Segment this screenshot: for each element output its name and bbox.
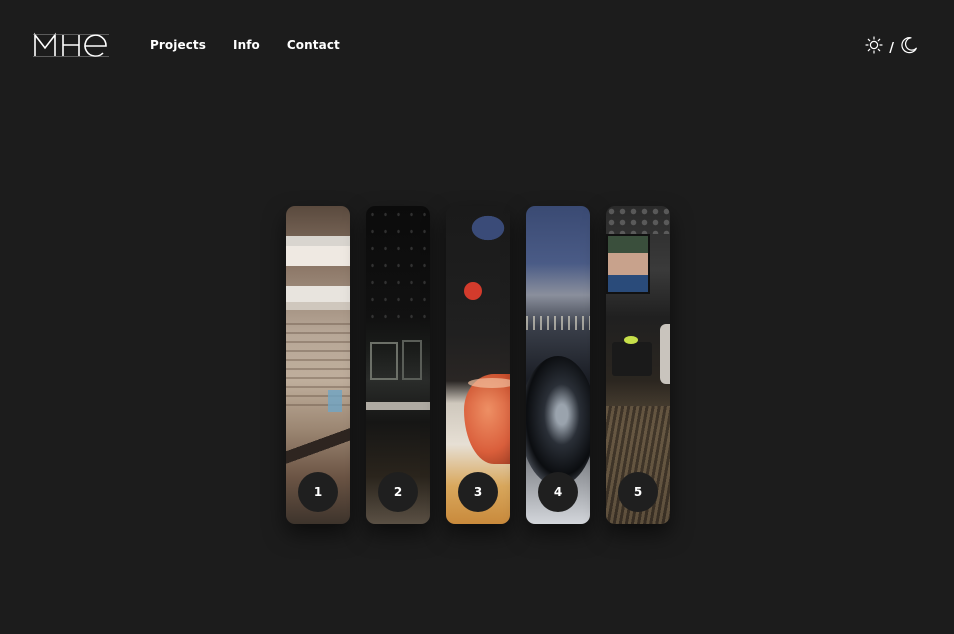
theme-separator: / xyxy=(889,40,894,56)
gallery-strip-1[interactable]: 1 xyxy=(286,206,350,524)
mhe-logo[interactable] xyxy=(33,32,109,58)
strip-number-badge[interactable]: 5 xyxy=(618,472,658,512)
nav-info[interactable]: Info xyxy=(233,38,260,52)
gallery-strip-4[interactable]: 4 xyxy=(526,206,590,524)
nav-projects[interactable]: Projects xyxy=(150,38,206,52)
main-nav: Projects Info Contact xyxy=(150,38,340,52)
strip-number-badge[interactable]: 1 xyxy=(298,472,338,512)
sun-icon[interactable] xyxy=(865,36,883,54)
gallery-strip-2[interactable]: 2 xyxy=(366,206,430,524)
theme-toggle: / xyxy=(865,36,918,56)
gallery-strips: 1 2 3 4 5 xyxy=(286,206,670,524)
gallery-strip-3[interactable]: 3 xyxy=(446,206,510,524)
site-header: Projects Info Contact / xyxy=(0,0,954,92)
nav-contact[interactable]: Contact xyxy=(287,38,340,52)
gallery-strip-5[interactable]: 5 xyxy=(606,206,670,524)
strip-number-badge[interactable]: 2 xyxy=(378,472,418,512)
strip-number-badge[interactable]: 4 xyxy=(538,472,578,512)
strip-number-badge[interactable]: 3 xyxy=(458,472,498,512)
moon-icon[interactable] xyxy=(900,36,918,54)
